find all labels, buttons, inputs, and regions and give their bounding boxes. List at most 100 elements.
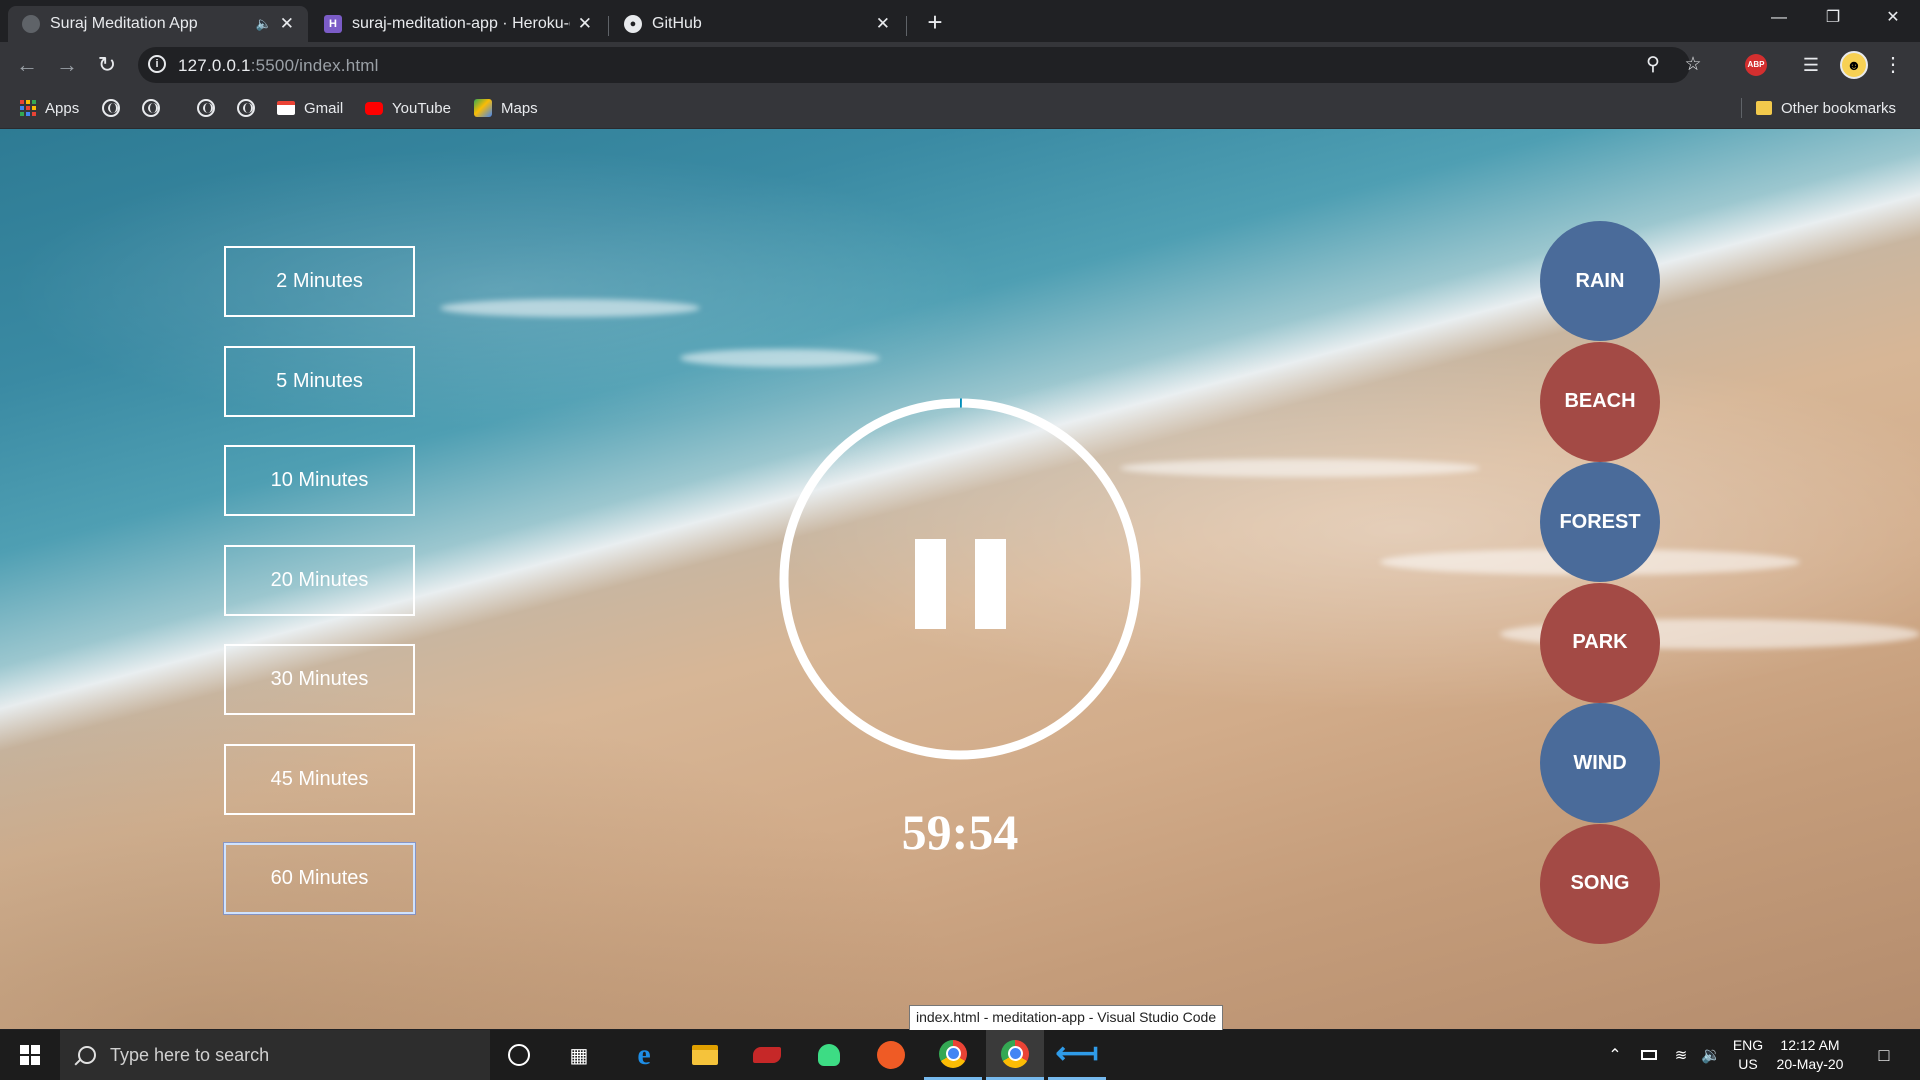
speaker-icon[interactable]: 🔈 xyxy=(256,16,272,32)
duration-button[interactable]: 5 Minutes xyxy=(224,345,415,417)
address-bar[interactable]: i 127.0.0.1:5500/index.html ⚲ ☆ xyxy=(138,47,1702,83)
wave-foam xyxy=(440,299,700,317)
clock-time: 12:12 AM xyxy=(1780,1037,1840,1053)
wave-foam xyxy=(1120,459,1480,477)
bookmark-label: YouTube xyxy=(392,99,451,117)
bookmark-other[interactable]: Other bookmarks xyxy=(1756,96,1896,120)
bookmark-maps[interactable]: Maps xyxy=(474,96,538,120)
globe-icon xyxy=(197,99,215,117)
show-hidden-icons-icon[interactable]: ⌃ xyxy=(1600,1030,1630,1080)
windows-taskbar: Type here to search ▦ e ⟻ ⌃ ≋ 🔉 ENG US 1… xyxy=(0,1030,1920,1080)
bookmark-apps[interactable]: Apps xyxy=(20,96,79,120)
bookmarks-bar: Apps Gmail YouTube Maps Other bookmarks xyxy=(0,88,1920,129)
close-tab-icon[interactable]: ✕ xyxy=(578,14,592,34)
sound-button-wind[interactable]: WIND xyxy=(1540,703,1660,823)
browser-toolbar: ← → ↻ i 127.0.0.1:5500/index.html ⚲ ☆ AB… xyxy=(0,42,1920,88)
tab-title: suraj-meditation-app · Heroku-g xyxy=(352,15,570,32)
restore-icon[interactable]: ❐ xyxy=(1806,0,1860,36)
bookmark-globe-3[interactable] xyxy=(197,96,215,120)
wifi-icon[interactable]: ≋ xyxy=(1666,1030,1696,1080)
globe-icon xyxy=(22,15,40,33)
pause-icon xyxy=(975,539,1006,629)
profile-avatar[interactable]: ☻ xyxy=(1840,51,1868,79)
sound-button-park[interactable]: PARK xyxy=(1540,582,1660,703)
duration-button[interactable]: 45 Minutes xyxy=(224,743,415,815)
taskbar-clock[interactable]: 12:12 AM 20-May-20 xyxy=(1770,1036,1850,1074)
tab-meditation-app[interactable]: Suraj Meditation App 🔈 ✕ xyxy=(8,6,308,42)
back-icon[interactable]: ← xyxy=(10,48,44,82)
game-app-icon[interactable] xyxy=(738,1030,796,1080)
bookmark-label: Maps xyxy=(501,99,538,117)
bookmark-label: Gmail xyxy=(304,99,344,117)
globe-icon xyxy=(237,99,255,117)
duration-button[interactable]: 10 Minutes xyxy=(224,445,415,516)
language-code: ENG xyxy=(1732,1037,1764,1053)
close-tab-icon[interactable]: ✕ xyxy=(280,14,294,34)
taskbar-tooltip: index.html - meditation-app - Visual Stu… xyxy=(909,1005,1224,1031)
pause-button[interactable] xyxy=(900,534,1020,654)
bookmark-star-icon[interactable]: ☆ xyxy=(1680,52,1706,78)
tab-divider xyxy=(906,16,907,36)
region-code: US xyxy=(1738,1056,1758,1072)
duration-button[interactable]: 60 Minutes xyxy=(224,843,415,914)
tab-title: GitHub xyxy=(652,15,702,32)
search-icon xyxy=(78,1046,96,1064)
sound-button-beach[interactable]: BEACH xyxy=(1540,341,1660,462)
postman-icon[interactable] xyxy=(862,1030,920,1080)
browser-tab-strip: Suraj Meditation App 🔈 ✕ H suraj-meditat… xyxy=(0,0,1920,42)
duration-button[interactable]: 20 Minutes xyxy=(224,544,415,616)
apps-grid-icon xyxy=(20,100,36,116)
sound-button-rain[interactable]: RAIN xyxy=(1540,221,1660,341)
action-center-icon[interactable]: □ xyxy=(1864,1030,1904,1080)
reload-icon[interactable]: ↻ xyxy=(90,48,124,82)
close-window-icon[interactable]: ✕ xyxy=(1866,0,1920,36)
bookmarks-divider xyxy=(1741,98,1742,118)
sound-button-forest[interactable]: FOREST xyxy=(1540,462,1660,582)
cortana-icon[interactable] xyxy=(490,1030,548,1080)
task-view-icon[interactable]: ▦ xyxy=(550,1030,608,1080)
start-button[interactable] xyxy=(0,1030,60,1080)
android-studio-icon[interactable] xyxy=(800,1030,858,1080)
globe-icon xyxy=(102,99,120,117)
chrome-icon[interactable] xyxy=(924,1030,982,1080)
duration-button[interactable]: 2 Minutes xyxy=(224,246,415,317)
zoom-icon[interactable]: ⚲ xyxy=(1640,52,1666,78)
maps-icon xyxy=(474,99,492,117)
folder-icon xyxy=(1756,101,1772,115)
wave-foam xyxy=(680,349,880,367)
tab-heroku[interactable]: H suraj-meditation-app · Heroku-g ✕ xyxy=(310,6,606,42)
globe-icon xyxy=(142,99,160,117)
battery-icon[interactable] xyxy=(1634,1030,1664,1080)
bookmark-globe-1[interactable] xyxy=(102,96,120,120)
bookmark-globe-4[interactable] xyxy=(237,96,255,120)
meditation-app-page: 2 Minutes 5 Minutes 10 Minutes 20 Minutes 30… xyxy=(0,129,1920,1029)
bookmark-label: Apps xyxy=(45,99,80,117)
bookmark-youtube[interactable]: YouTube xyxy=(365,96,451,120)
url-host: 127.0.0.1 xyxy=(178,56,251,75)
new-tab-button[interactable]: + xyxy=(920,8,950,38)
taskbar-search-box[interactable]: Type here to search xyxy=(60,1030,490,1080)
info-icon[interactable]: i xyxy=(148,55,166,73)
media-control-icon[interactable]: ☰ xyxy=(1796,50,1826,80)
url-text: 127.0.0.1:5500/index.html xyxy=(178,56,379,76)
heroku-icon: H xyxy=(324,15,342,33)
github-icon: ● xyxy=(624,15,642,33)
adblock-plus-icon[interactable]: ABP xyxy=(1745,54,1767,76)
volume-icon[interactable]: 🔉 xyxy=(1696,1030,1726,1080)
pause-icon xyxy=(915,539,946,629)
bookmark-globe-2[interactable] xyxy=(142,96,160,120)
sound-button-song[interactable]: SONG xyxy=(1540,823,1660,944)
chrome-canary-icon[interactable] xyxy=(986,1030,1044,1080)
duration-button[interactable]: 30 Minutes xyxy=(224,644,415,715)
url-path: :5500/index.html xyxy=(250,56,379,75)
tab-github[interactable]: ● GitHub ✕ xyxy=(610,6,904,42)
file-explorer-icon[interactable] xyxy=(676,1030,734,1080)
edge-icon[interactable]: e xyxy=(615,1030,673,1080)
bookmark-gmail[interactable]: Gmail xyxy=(277,96,343,120)
input-language[interactable]: ENG US xyxy=(1728,1036,1768,1074)
menu-kebab-icon[interactable]: ⋮ xyxy=(1878,50,1908,80)
minimize-icon[interactable]: — xyxy=(1752,0,1806,36)
vscode-icon[interactable]: ⟻ xyxy=(1048,1030,1106,1080)
forward-icon[interactable]: → xyxy=(50,48,84,82)
close-tab-icon[interactable]: ✕ xyxy=(876,14,890,34)
